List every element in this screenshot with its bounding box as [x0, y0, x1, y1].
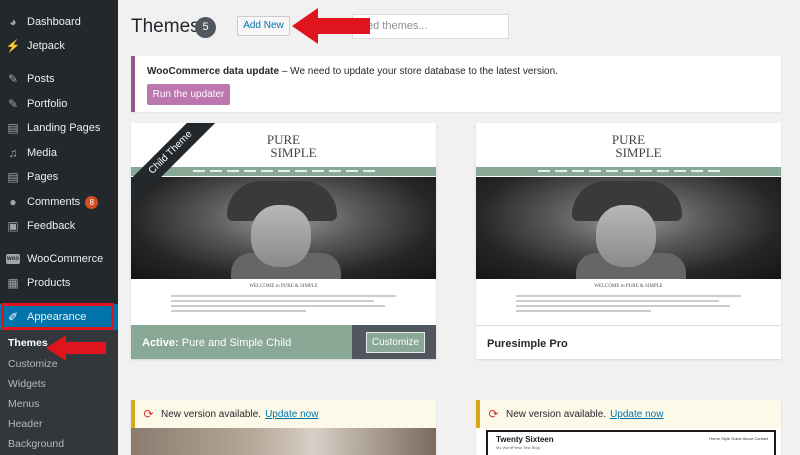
- woocommerce-icon: woo: [6, 254, 20, 264]
- theme-card-pure-and-simple-child[interactable]: PURE SIMPLE WELCOME to PURE & SIMPLE Chi…: [131, 123, 436, 359]
- dashboard-icon: ◕: [9, 15, 17, 29]
- sidebar-item-media[interactable]: ♫ Media: [0, 141, 118, 165]
- media-icon: ♫: [8, 146, 18, 160]
- theme-name: Puresimple Pro: [487, 338, 568, 350]
- theme-name-bar: Puresimple Pro: [476, 325, 781, 359]
- woocommerce-update-notice: WooCommerce data update – We need to upd…: [131, 56, 781, 112]
- preview-tagline: My WordPress Test Blog: [496, 445, 540, 450]
- admin-sidebar: ◕ Dashboard ⚡ Jetpack ✎ Posts ✎ Portfoli…: [0, 0, 118, 455]
- active-theme-label: Active: Pure and Simple Child: [142, 337, 291, 349]
- preview-site-title: Twenty Sixteen: [496, 435, 554, 444]
- customize-button[interactable]: Customize: [366, 332, 425, 353]
- notice-message: – We need to update your store database …: [279, 66, 558, 77]
- update-now-link[interactable]: Update now: [610, 409, 663, 420]
- preview-text-lines: [171, 295, 396, 315]
- hero-photo: [131, 177, 436, 279]
- sidebar-item-label: Posts: [27, 73, 55, 85]
- hero-photo: [476, 177, 781, 279]
- theme-screenshot[interactable]: PURE SIMPLE WELCOME to PURE & SIMPLE: [476, 123, 781, 325]
- sidebar-item-pages[interactable]: ▤ Pages: [0, 165, 118, 189]
- update-now-link[interactable]: Update now: [265, 409, 318, 420]
- logo-line: SIMPLE: [615, 145, 662, 160]
- sidebar-item-landing-pages[interactable]: ▤ Landing Pages: [0, 116, 118, 140]
- preview-navbar: [476, 167, 781, 176]
- theme-screenshot[interactable]: Twenty Sixteen My WordPress Test Blog Ho…: [476, 428, 781, 455]
- theme-screenshot[interactable]: [131, 428, 436, 455]
- annotation-arrow-add-new: [292, 8, 370, 44]
- update-icon: ⟳: [488, 407, 499, 421]
- sidebar-item-label: Dashboard: [27, 16, 81, 28]
- sidebar-item-label: Media: [27, 147, 57, 159]
- sidebar-item-products[interactable]: ▦ Products: [0, 271, 118, 295]
- sidebar-item-jetpack[interactable]: ⚡ Jetpack: [0, 34, 118, 58]
- submenu-item-background[interactable]: Background: [8, 438, 64, 450]
- theme-logo: PURE SIMPLE: [476, 133, 781, 159]
- sidebar-item-label: Portfolio: [27, 98, 68, 110]
- theme-name: Pure and Simple Child: [181, 337, 292, 349]
- appearance-highlight-box: [1, 303, 114, 330]
- update-notice: ⟳ New version available. Update now: [131, 400, 436, 428]
- theme-card-puresimple-pro[interactable]: PURE SIMPLE WELCOME to PURE & SIMPLE Pur…: [476, 123, 781, 359]
- sidebar-item-label: Jetpack: [27, 40, 65, 52]
- sidebar-item-dashboard[interactable]: ◕ Dashboard: [0, 10, 118, 34]
- products-icon: ▦: [7, 276, 19, 290]
- jetpack-icon: ⚡: [5, 39, 21, 53]
- comment-count-badge: 8: [85, 195, 99, 209]
- update-text: New version available.: [161, 408, 262, 420]
- add-new-button[interactable]: Add New: [237, 16, 290, 36]
- annotation-arrow-themes: [46, 335, 106, 361]
- pin-icon: ✎: [7, 97, 19, 111]
- theme-count-badge: 5: [195, 17, 216, 38]
- theme-actions: Customize: [352, 325, 436, 359]
- active-prefix: Active:: [142, 337, 179, 349]
- submenu-item-header[interactable]: Header: [8, 418, 42, 430]
- theme-screenshot[interactable]: PURE SIMPLE WELCOME to PURE & SIMPLE Chi…: [131, 123, 436, 325]
- sidebar-item-label: Feedback: [27, 220, 76, 232]
- sidebar-item-comments[interactable]: ● Comments 8: [0, 190, 118, 214]
- submenu-item-themes[interactable]: Themes: [8, 337, 48, 349]
- feedback-icon: ▣: [7, 219, 19, 233]
- pages-icon: ▤: [7, 121, 19, 135]
- run-updater-button[interactable]: Run the updater: [147, 84, 230, 105]
- update-notice: ⟳ New version available. Update now: [476, 400, 781, 428]
- theme-card-twenty-sixteen[interactable]: ⟳ New version available. Update now Twen…: [476, 400, 781, 455]
- notice-title: WooCommerce data update: [147, 66, 280, 77]
- theme-card-update[interactable]: ⟳ New version available. Update now: [131, 400, 436, 455]
- sidebar-item-label: Landing Pages: [27, 122, 101, 134]
- sidebar-item-posts[interactable]: ✎ Posts: [0, 67, 118, 91]
- sidebar-item-label: WooCommerce: [27, 253, 104, 265]
- submenu-item-widgets[interactable]: Widgets: [8, 378, 46, 390]
- page-title: Themes: [131, 16, 200, 37]
- submenu-item-menus[interactable]: Menus: [8, 398, 40, 410]
- sidebar-item-label: Products: [27, 277, 71, 289]
- preview-navbar: [131, 167, 436, 176]
- preview-text-lines: [516, 295, 741, 315]
- preview-nav: Home Style Guide About Contact: [709, 436, 768, 441]
- notice-text: WooCommerce data update – We need to upd…: [147, 66, 558, 77]
- sidebar-item-label: Pages: [27, 171, 59, 183]
- update-icon: ⟳: [143, 407, 154, 421]
- welcome-text: WELCOME to PURE & SIMPLE: [249, 284, 318, 289]
- sidebar-item-portfolio[interactable]: ✎ Portfolio: [0, 92, 118, 116]
- active-theme-bar: Active: Pure and Simple Child Customize: [131, 325, 436, 359]
- update-text: New version available.: [506, 408, 607, 420]
- pin-icon: ✎: [7, 72, 19, 86]
- search-themes-input[interactable]: ed themes...: [352, 14, 509, 39]
- welcome-text: WELCOME to PURE & SIMPLE: [594, 284, 663, 289]
- sidebar-item-feedback[interactable]: ▣ Feedback: [0, 214, 118, 238]
- comments-icon: ●: [9, 195, 17, 209]
- sidebar-item-woocommerce[interactable]: woo WooCommerce: [0, 247, 118, 271]
- sidebar-item-label: Comments: [27, 196, 81, 208]
- pages-icon: ▤: [7, 170, 19, 184]
